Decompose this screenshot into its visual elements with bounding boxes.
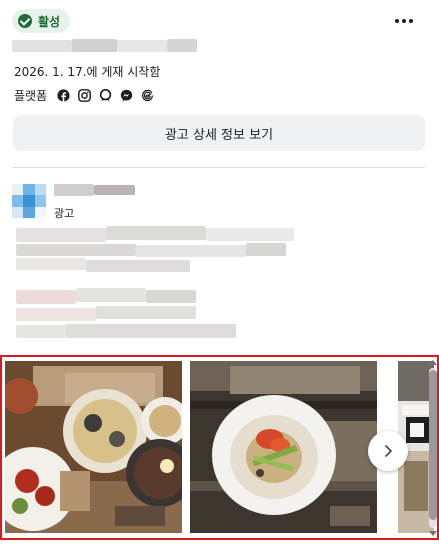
more-dot-icon	[395, 19, 399, 23]
card-bibim-noodle-bowl[interactable]	[190, 361, 377, 533]
card-noodle-spread[interactable]	[5, 361, 182, 533]
scroll-down-arrow-icon[interactable]	[429, 531, 437, 536]
scroll-up-arrow-icon[interactable]	[429, 360, 437, 365]
more-dot-icon	[402, 19, 406, 23]
chevron-right-icon	[385, 445, 393, 457]
bibim-noodle-image	[190, 361, 377, 533]
ad-details-button[interactable]: 광고 상세 정보 보기	[13, 115, 425, 151]
scroll-thumb[interactable]	[429, 370, 437, 520]
carousel-next-button[interactable]	[368, 431, 408, 471]
platform-label: 플랫폼	[14, 89, 48, 103]
divider	[13, 167, 425, 168]
advertiser-avatar[interactable]	[12, 184, 46, 218]
noodle-spread-image	[5, 361, 182, 533]
sponsored-label: 광고	[54, 207, 75, 220]
facebook-icon	[57, 89, 70, 102]
status-badge: 활성	[12, 9, 71, 33]
image-carousel[interactable]	[0, 355, 439, 540]
start-date-text: 2026. 1. 17.에 게재 시작함	[14, 65, 161, 79]
check-circle-icon	[18, 14, 32, 28]
platform-row: 플랫폼	[14, 87, 154, 104]
vertical-scrollbar[interactable]	[429, 360, 437, 536]
more-dot-icon	[409, 19, 413, 23]
audience-network-icon	[99, 89, 112, 102]
more-options-button[interactable]	[395, 14, 413, 28]
threads-icon	[142, 89, 154, 102]
messenger-icon	[120, 89, 133, 102]
instagram-icon	[78, 89, 92, 102]
status-label: 활성	[38, 14, 61, 29]
